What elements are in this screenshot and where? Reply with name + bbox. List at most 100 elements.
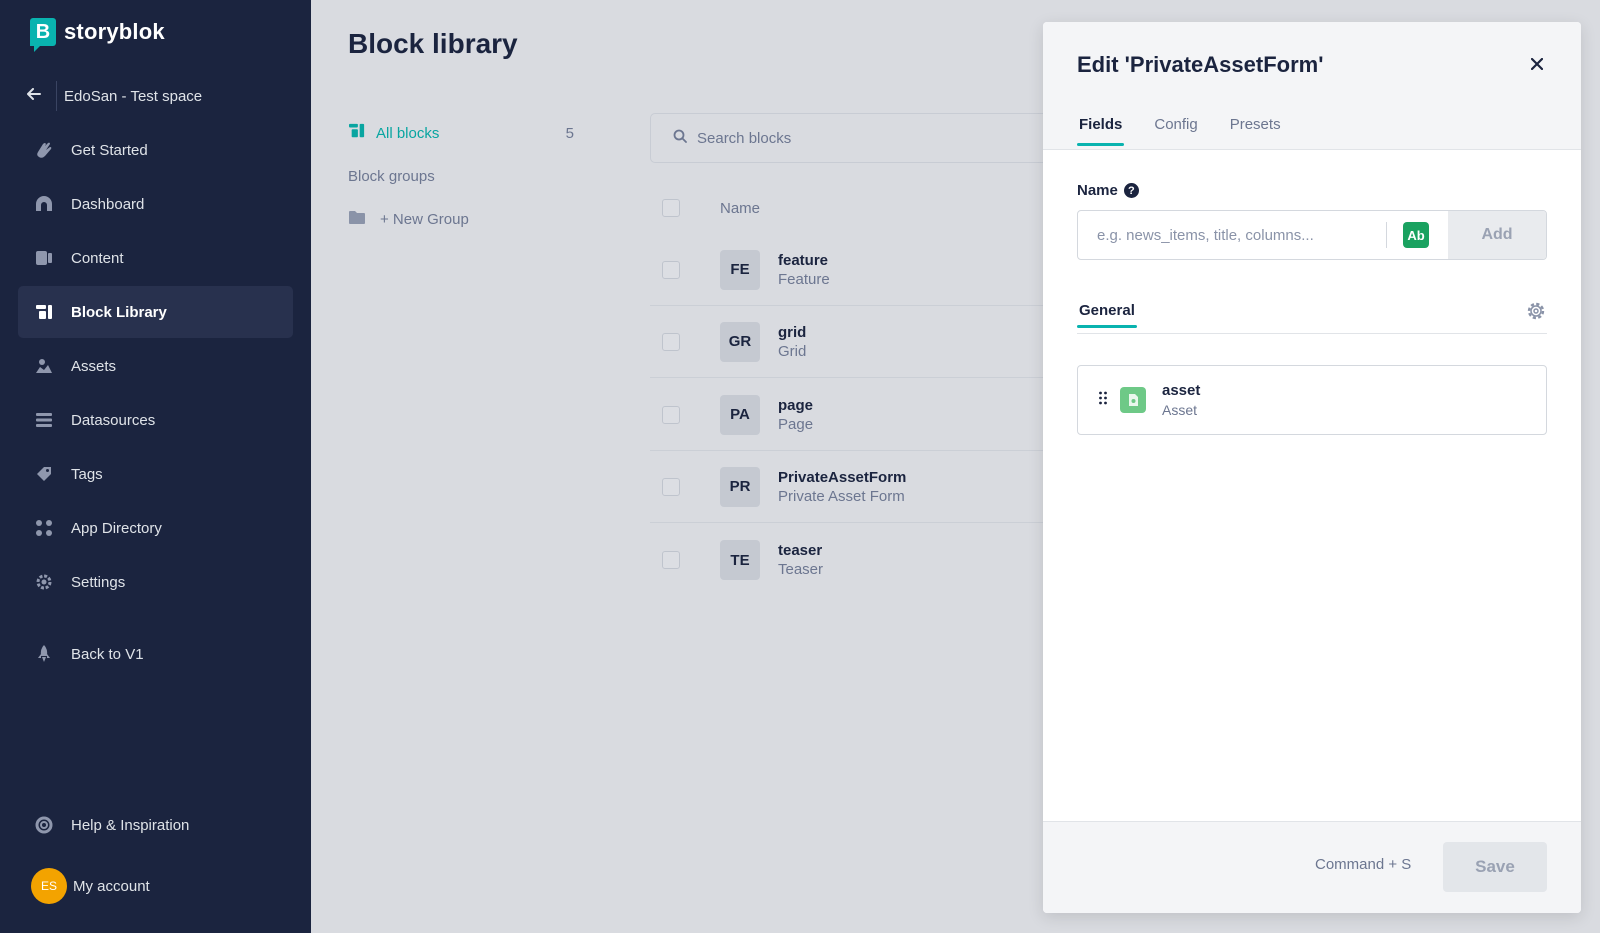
name-label-text: Name [1077,182,1118,199]
block-display-name: Grid [778,342,807,360]
content-icon [34,248,54,268]
name-field-label: Name ? [1077,182,1139,199]
block-badge: PA [720,394,760,435]
avatar: ES [31,868,67,904]
new-group-label: + New Group [380,211,469,228]
sidebar-item-label: Back to V1 [71,645,144,663]
sidebar-item-label: App Directory [71,519,162,537]
add-field-button[interactable]: Add [1448,211,1546,259]
modal-header: Edit 'PrivateAssetForm' Fields Config Pr… [1043,22,1581,150]
sidebar-item-get-started[interactable]: Get Started [18,124,293,176]
new-field-form: Ab Add [1077,210,1547,260]
storyblok-logo[interactable]: B storyblok [30,18,165,52]
table-row[interactable]: TE teaser Teaser [650,524,1050,596]
tab-general[interactable]: General [1077,302,1137,328]
sidebar-item-content[interactable]: Content [18,232,293,284]
filter-all-label: All blocks [376,124,440,142]
space-name: EdoSan - Test space [64,87,203,105]
block-library-icon [348,123,366,144]
drag-handle-icon[interactable] [1098,391,1110,410]
block-display-name: Private Asset Form [778,487,905,505]
sidebar-item-label: Content [71,249,124,267]
sidebar-item-assets[interactable]: Assets [18,340,293,392]
row-text: teaser Teaser [778,542,823,578]
tab-config[interactable]: Config [1152,116,1199,145]
space-switcher[interactable]: EdoSan - Test space [18,80,293,112]
tab-fields[interactable]: Fields [1077,116,1125,146]
folder-icon [348,210,366,229]
field-type-selector[interactable]: Ab [1403,222,1429,248]
block-groups-heading: Block groups [348,168,435,185]
field-type: Asset [1162,402,1198,418]
sidebar-item-datasources[interactable]: Datasources [18,394,293,446]
sidebar-item-label: Help & Inspiration [71,816,190,834]
list-header: Name [650,190,1050,226]
sidebar-item-label: Assets [71,357,117,375]
sidebar-item-app-directory[interactable]: App Directory [18,502,293,554]
row-checkbox[interactable] [662,260,680,279]
block-display-name: Teaser [778,561,824,578]
block-badge: GR [720,321,760,362]
column-header-name: Name [720,199,761,217]
gear-icon[interactable] [1525,300,1547,327]
tags-icon [34,464,54,484]
help-icon[interactable]: ? [1123,183,1139,198]
datasources-icon [34,410,54,430]
table-row[interactable]: FE feature Feature [650,234,1050,306]
sidebar-item-label: Dashboard [71,195,145,213]
close-icon [1531,58,1543,70]
filter-all-blocks[interactable]: All blocks 5 [348,120,578,146]
table-row[interactable]: GR grid Grid [650,306,1050,378]
row-checkbox[interactable] [662,332,680,351]
row-checkbox[interactable] [662,551,680,569]
assets-icon [34,356,54,376]
close-button[interactable] [1527,54,1547,74]
search-blocks[interactable] [650,113,1070,163]
storyblok-logo-icon: B [30,18,56,52]
block-display-name: Page [778,415,814,433]
sidebar-item-dashboard[interactable]: Dashboard [18,178,293,230]
lifebuoy-icon [34,815,54,835]
sidebar-item-label: My account [73,877,150,895]
table-row[interactable]: PA page Page [650,379,1050,451]
row-checkbox[interactable] [662,477,680,496]
row-text: grid Grid [778,324,806,360]
block-name: feature [778,251,829,269]
sidebar-item-tags[interactable]: Tags [18,448,293,500]
new-group-button[interactable]: + New Group [348,210,469,229]
row-checkbox[interactable] [662,405,680,424]
sidebar-item-block-library[interactable]: Block Library [18,286,293,338]
sidebar-item-label: Tags [71,465,103,483]
sidebar-item-my-account[interactable]: ES My account [18,860,293,912]
save-shortcut-hint: Command + S [1315,856,1412,873]
asset-field-icon [1120,387,1146,413]
field-name: asset [1162,382,1201,399]
sidebar-item-back-to-v1[interactable]: Back to V1 [18,628,293,680]
field-group-tabs: General [1077,302,1547,334]
space-divider [56,81,57,111]
sidebar-item-settings[interactable]: Settings [18,556,293,608]
block-name: teaser [778,542,823,559]
block-badge: FE [720,249,760,290]
modal-footer: Command + S Save [1043,821,1581,913]
tab-presets[interactable]: Presets [1228,116,1283,145]
save-button[interactable]: Save [1443,842,1547,892]
field-name-input[interactable] [1097,226,1382,244]
filter-all-count: 5 [565,124,574,142]
modal-title: Edit 'PrivateAssetForm' [1077,52,1324,77]
block-display-name: Feature [778,270,830,288]
select-all-checkbox[interactable] [662,199,680,217]
arrow-left-icon[interactable] [18,87,50,105]
row-text: feature Feature [778,252,830,288]
field-item-asset[interactable]: asset Asset [1077,365,1547,435]
table-row[interactable]: PR PrivateAssetForm Private Asset Form [650,451,1050,523]
block-name: page [778,396,814,414]
block-library-icon [34,302,54,322]
hand-wave-icon [34,140,54,160]
modal-tabs: Fields Config Presets [1077,116,1311,146]
sidebar: B storyblok EdoSan - Test space Get Star… [0,0,311,933]
sidebar-item-label: Datasources [71,411,156,429]
sidebar-item-help[interactable]: Help & Inspiration [18,799,293,851]
rocket-icon [34,644,54,664]
search-input[interactable] [697,129,997,147]
